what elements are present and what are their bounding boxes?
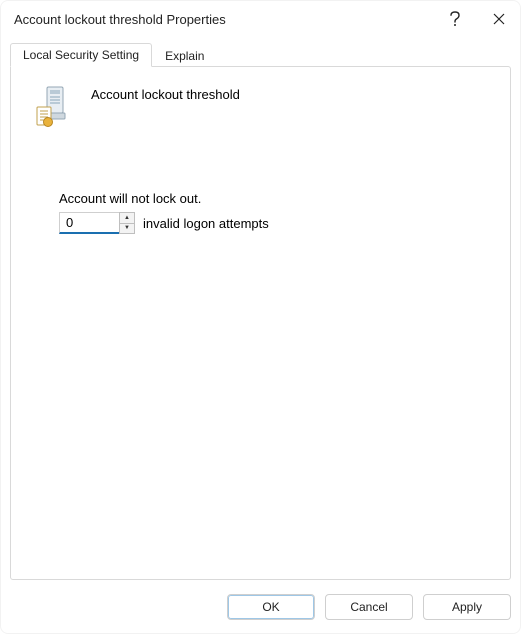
- ok-button[interactable]: OK: [227, 594, 315, 620]
- apply-button[interactable]: Apply: [423, 594, 511, 620]
- chevron-up-icon: ▲: [124, 215, 130, 221]
- policy-header: Account lockout threshold: [33, 85, 492, 127]
- properties-dialog: Account lockout threshold Properties Loc…: [0, 0, 521, 634]
- window-title: Account lockout threshold Properties: [14, 12, 433, 27]
- threshold-stepper: ▲ ▼: [59, 212, 135, 234]
- tab-label: Explain: [165, 49, 204, 63]
- close-icon: [493, 13, 505, 25]
- help-button[interactable]: [433, 0, 477, 38]
- spin-up-button[interactable]: ▲: [120, 213, 134, 223]
- button-label: Apply: [452, 600, 482, 614]
- tab-panel-local: Account lockout threshold Account will n…: [10, 66, 511, 580]
- threshold-spin-buttons: ▲ ▼: [119, 212, 135, 234]
- tab-local-security-setting[interactable]: Local Security Setting: [10, 43, 152, 67]
- tab-label: Local Security Setting: [23, 48, 139, 62]
- spin-down-button[interactable]: ▼: [120, 223, 134, 234]
- tab-explain[interactable]: Explain: [152, 44, 217, 67]
- chevron-down-icon: ▼: [124, 225, 130, 231]
- security-policy-icon: [33, 85, 75, 127]
- button-label: Cancel: [350, 600, 387, 614]
- titlebar: Account lockout threshold Properties: [0, 0, 521, 38]
- help-icon: [449, 11, 461, 27]
- policy-name: Account lockout threshold: [91, 85, 240, 102]
- tabstrip: Local Security Setting Explain: [10, 40, 511, 66]
- dialog-body: Local Security Setting Explain: [0, 38, 521, 590]
- cancel-button[interactable]: Cancel: [325, 594, 413, 620]
- threshold-unit-label: invalid logon attempts: [143, 216, 269, 231]
- policy-status-text: Account will not lock out.: [59, 191, 492, 206]
- dialog-footer: OK Cancel Apply: [0, 590, 521, 634]
- threshold-row: ▲ ▼ invalid logon attempts: [59, 212, 492, 234]
- close-button[interactable]: [477, 0, 521, 38]
- policy-field-block: Account will not lock out. ▲ ▼: [59, 191, 492, 234]
- threshold-input[interactable]: [59, 212, 119, 234]
- button-label: OK: [262, 600, 279, 614]
